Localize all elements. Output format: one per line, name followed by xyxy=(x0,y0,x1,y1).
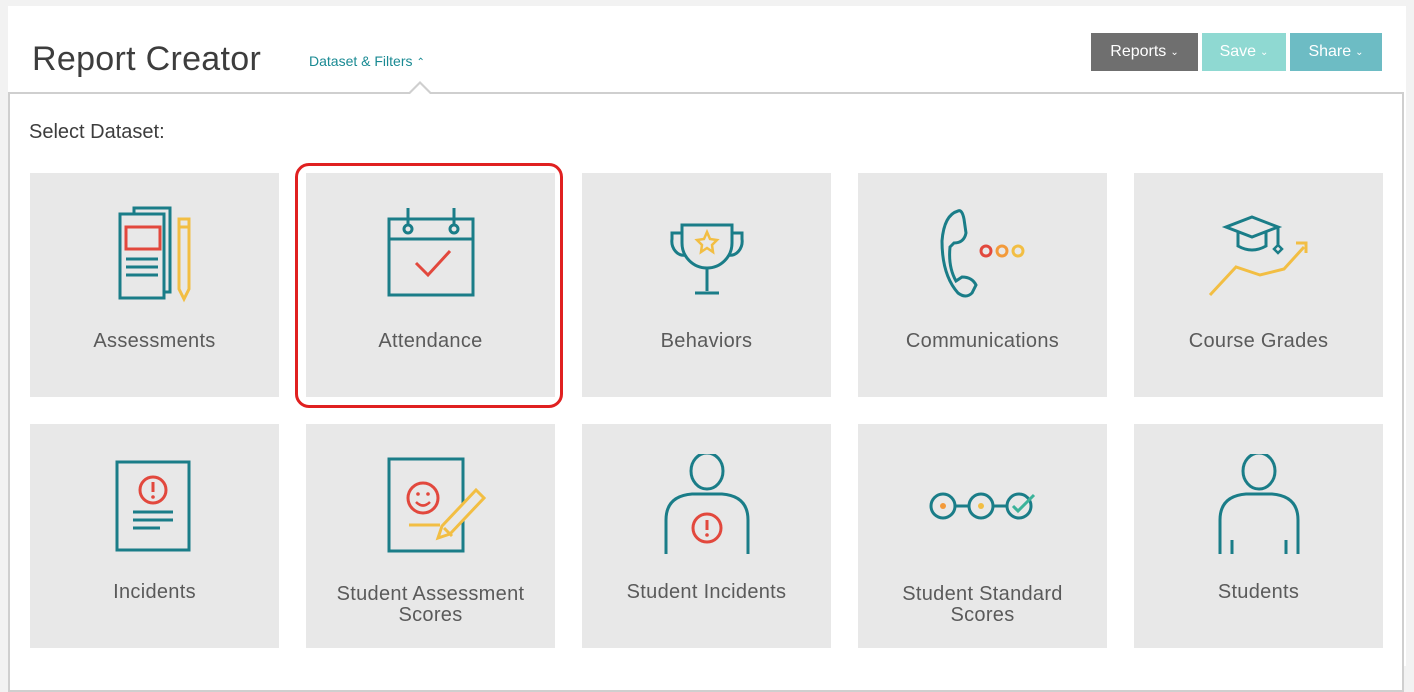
phone-icon xyxy=(858,203,1107,303)
share-button[interactable]: Share ⌄ xyxy=(1290,33,1382,71)
dataset-label: Attendance xyxy=(378,330,483,352)
reports-button[interactable]: Reports ⌄ xyxy=(1091,33,1198,71)
student-alert-icon xyxy=(582,454,831,554)
report-creator-page: Report Creator Dataset & Filters ⌃ Report… xyxy=(8,6,1406,692)
panel-pointer-fill xyxy=(410,84,430,94)
dataset-tile-assessments[interactable]: Assessments xyxy=(30,173,279,397)
dataset-label: Communications xyxy=(905,330,1060,352)
chevron-down-icon: ⌄ xyxy=(1170,46,1179,58)
reports-button-label: Reports xyxy=(1110,43,1167,60)
share-button-label: Share xyxy=(1308,43,1352,60)
dataset-label: Students xyxy=(1217,581,1300,603)
assessments-icon xyxy=(30,203,279,303)
dataset-tile-student-standard-scores[interactable]: Student Standard Scores xyxy=(858,424,1107,648)
trophy-icon xyxy=(582,203,831,303)
dataset-label: Student Standard Scores xyxy=(902,583,1063,626)
smiley-document-icon xyxy=(306,454,555,554)
dataset-tile-student-assessment-scores[interactable]: Student Assessment Scores xyxy=(306,424,555,648)
dataset-label: Incidents xyxy=(113,581,196,603)
save-button[interactable]: Save ⌄ xyxy=(1202,33,1286,71)
save-button-label: Save xyxy=(1219,43,1257,60)
dataset-tile-course-grades[interactable]: Course Grades xyxy=(1134,173,1383,397)
dataset-label: Course Grades xyxy=(1188,330,1329,352)
dataset-tile-communications[interactable]: Communications xyxy=(858,173,1107,397)
dataset-label: Assessments xyxy=(93,330,216,352)
dataset-tile-incidents[interactable]: Incidents xyxy=(30,424,279,648)
select-dataset-heading: Select Dataset: xyxy=(29,121,165,143)
dataset-tile-behaviors[interactable]: Behaviors xyxy=(582,173,831,397)
dataset-tile-student-incidents[interactable]: Student Incidents xyxy=(582,424,831,648)
page-title: Report Creator xyxy=(32,40,262,78)
dataset-label: Student Incidents xyxy=(626,581,787,603)
dataset-tile-attendance[interactable]: Attendance xyxy=(306,173,555,397)
dataset-label: Student Assessment Scores xyxy=(336,583,525,626)
dataset-filters-label: Dataset & Filters xyxy=(309,53,413,69)
dataset-tile-students[interactable]: Students xyxy=(1134,424,1383,648)
dataset-label: Behaviors xyxy=(660,330,753,352)
chevron-up-icon: ⌃ xyxy=(416,57,425,68)
graduation-chart-icon xyxy=(1134,203,1383,303)
chevron-down-icon: ⌄ xyxy=(1355,46,1364,58)
chevron-down-icon: ⌄ xyxy=(1260,46,1269,58)
incident-document-icon xyxy=(30,454,279,554)
calendar-check-icon xyxy=(306,203,555,303)
student-icon xyxy=(1134,454,1383,554)
dataset-filters-toggle[interactable]: Dataset & Filters ⌃ xyxy=(309,53,425,69)
progress-dots-icon xyxy=(858,454,1107,554)
